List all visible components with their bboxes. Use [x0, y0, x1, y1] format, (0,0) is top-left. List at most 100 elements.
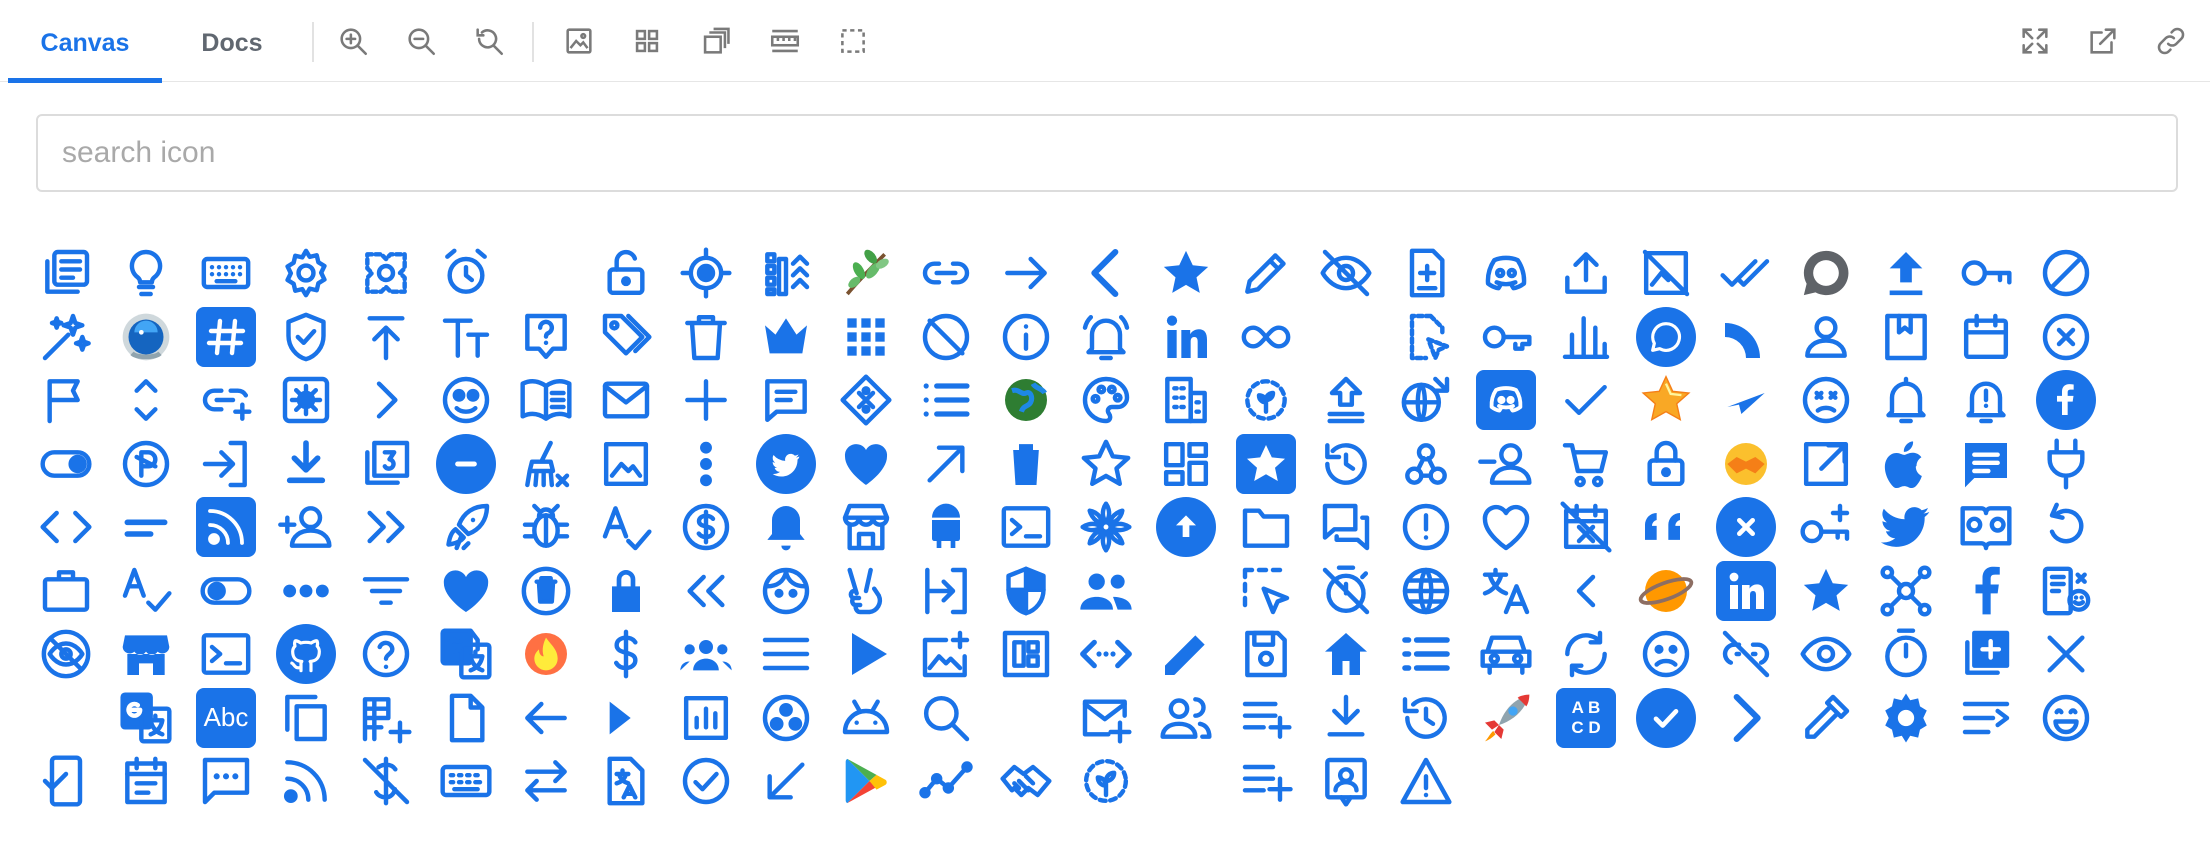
cancel-icon[interactable] [2036, 307, 2096, 367]
select-cursor-icon[interactable] [1236, 561, 1296, 621]
lock-solid-icon[interactable] [596, 561, 656, 621]
swap-icon[interactable] [516, 751, 576, 811]
sentiment-sad-icon[interactable] [1636, 624, 1696, 684]
exit-to-app-icon[interactable] [916, 561, 976, 621]
face-sad-icon[interactable] [1796, 370, 1856, 430]
infinity-icon[interactable] [1236, 307, 1296, 367]
ruler-sort-icon[interactable] [756, 243, 816, 303]
reset-zoom-icon[interactable] [472, 24, 506, 58]
settings-icon[interactable] [276, 243, 336, 303]
spellcheck-icon[interactable] [596, 497, 656, 557]
emoji-grin-icon[interactable] [2036, 688, 2096, 748]
webhook-icon[interactable] [1396, 434, 1456, 494]
globe-lock-icon[interactable] [1396, 370, 1456, 430]
android-icon[interactable] [916, 497, 976, 557]
gear-sprout-icon[interactable] [1236, 370, 1296, 430]
devices-icon[interactable] [2036, 561, 2096, 621]
tab-canvas[interactable]: Canvas [8, 0, 162, 83]
flower-icon[interactable] [1076, 497, 1136, 557]
tab-docs[interactable]: Docs [172, 0, 292, 82]
cart-icon[interactable] [1556, 434, 1616, 494]
bell-solid-icon[interactable] [756, 497, 816, 557]
upload-icon[interactable] [1556, 243, 1616, 303]
analytics-icon[interactable] [676, 688, 736, 748]
short-text-icon[interactable] [116, 497, 176, 557]
delete-circle-icon[interactable] [516, 561, 576, 621]
facebook-round-icon[interactable] [2036, 370, 2096, 430]
diamond-dots-icon[interactable] [836, 370, 896, 430]
visibility-icon[interactable] [1796, 624, 1856, 684]
crown-icon[interactable] [756, 307, 816, 367]
sprout-icon[interactable] [836, 243, 896, 303]
face-icon[interactable] [756, 561, 816, 621]
timeline-icon[interactable] [916, 751, 976, 811]
star-gold-icon[interactable] [1636, 370, 1696, 430]
chevron-right-large-icon[interactable] [1716, 688, 1776, 748]
send-icon[interactable] [1716, 370, 1776, 430]
home-icon[interactable] [1316, 624, 1376, 684]
grid-icon[interactable] [630, 24, 664, 58]
check-circle-outline-icon[interactable] [676, 751, 736, 811]
dollar-icon[interactable] [596, 624, 656, 684]
arrow-up-bar-icon[interactable] [356, 307, 416, 367]
copy-stack-icon[interactable] [698, 24, 732, 58]
bell-alert-icon[interactable] [1956, 370, 2016, 430]
translate-file-icon[interactable] [596, 751, 656, 811]
hashtag-icon[interactable] [196, 306, 256, 367]
broom-icon[interactable] [516, 434, 576, 494]
chat-circle-icon[interactable] [1636, 306, 1696, 367]
astronaut-icon[interactable] [116, 307, 176, 367]
toggle-off-icon[interactable] [196, 561, 256, 621]
arrow-right-icon[interactable] [996, 243, 1056, 303]
do-not-disturb-icon[interactable] [916, 307, 976, 367]
download-icon[interactable] [276, 434, 336, 494]
heart-icon[interactable] [836, 434, 896, 494]
key-outline-icon[interactable] [1476, 307, 1536, 367]
wrap-text-icon[interactable] [1956, 688, 2016, 748]
file-download-icon[interactable] [1316, 688, 1376, 748]
save-icon[interactable] [1236, 624, 1296, 684]
add-photo-icon[interactable] [916, 624, 976, 684]
abcd-icon[interactable]: A B C D [1556, 687, 1616, 748]
handshake-icon[interactable] [1716, 434, 1776, 494]
image-icon[interactable] [562, 24, 596, 58]
google-play-icon[interactable] [836, 751, 896, 811]
globe-icon[interactable] [1396, 561, 1456, 621]
unfold-icon[interactable] [116, 370, 176, 430]
puzzle-pattern-icon[interactable] [356, 243, 416, 303]
comment-grey-icon[interactable] [1796, 243, 1856, 303]
facebook-icon[interactable] [1956, 561, 2016, 621]
bar-chart-icon[interactable] [1556, 307, 1616, 367]
view-quilt-icon[interactable] [996, 624, 1056, 684]
soccer-icon[interactable] [756, 688, 816, 748]
group-icon[interactable] [1076, 561, 1136, 621]
bug-icon[interactable] [516, 497, 576, 557]
book-reader-icon[interactable] [1956, 497, 2016, 557]
south-west-icon[interactable] [756, 751, 816, 811]
edit-icon[interactable] [1156, 624, 1216, 684]
star-solid-icon[interactable] [1796, 561, 1856, 621]
block-icon[interactable] [2036, 243, 2096, 303]
select-box-icon[interactable] [836, 24, 870, 58]
bookmark-book-icon[interactable] [1876, 307, 1936, 367]
arrow-back-icon[interactable] [516, 688, 576, 748]
linkedin-icon[interactable] [1156, 307, 1216, 367]
money-off-icon[interactable] [356, 751, 416, 811]
domain-add-icon[interactable] [356, 688, 416, 748]
spell-ab-icon[interactable] [116, 561, 176, 621]
list-bullets-icon[interactable] [1396, 624, 1456, 684]
more-horiz-icon[interactable] [276, 561, 336, 621]
dollar-circle-icon[interactable] [676, 497, 736, 557]
arrow-up-circle-icon[interactable] [1156, 497, 1216, 557]
apple-icon[interactable] [1876, 434, 1936, 494]
planet-icon[interactable] [1636, 561, 1696, 621]
alarm-icon[interactable] [436, 243, 496, 303]
event-busy-icon[interactable] [1556, 497, 1616, 557]
search-input[interactable] [36, 114, 2178, 192]
discord-icon[interactable] [1476, 243, 1536, 303]
lock-open-icon[interactable] [596, 243, 656, 303]
star-filled-icon[interactable] [1236, 433, 1296, 494]
check-icon[interactable] [1556, 370, 1616, 430]
flag-icon[interactable] [36, 370, 96, 430]
gear-solid-icon[interactable] [1876, 688, 1936, 748]
